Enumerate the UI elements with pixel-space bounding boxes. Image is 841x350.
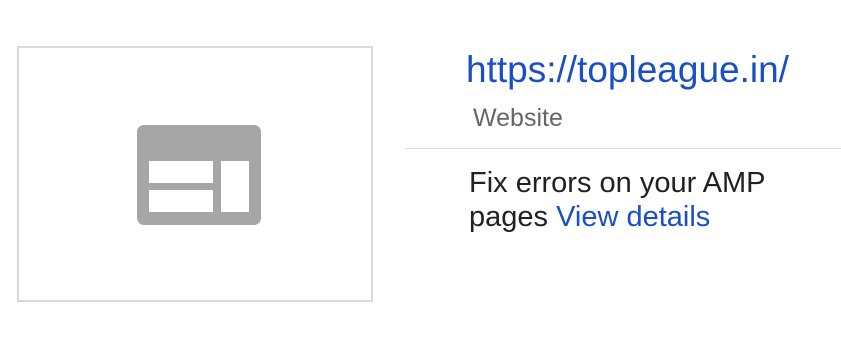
result-url-link[interactable]: https://topleague.in/ <box>466 48 789 92</box>
result-type-label: Website <box>473 104 563 132</box>
webpage-placeholder-icon <box>137 125 261 225</box>
divider <box>405 148 841 149</box>
thumbnail[interactable] <box>17 46 373 302</box>
view-details-link[interactable]: View details <box>556 201 710 233</box>
search-result-card: https://topleague.in/ Website Fix errors… <box>0 0 841 350</box>
amp-error-message: Fix errors on your AMP pages View detail… <box>469 166 829 234</box>
